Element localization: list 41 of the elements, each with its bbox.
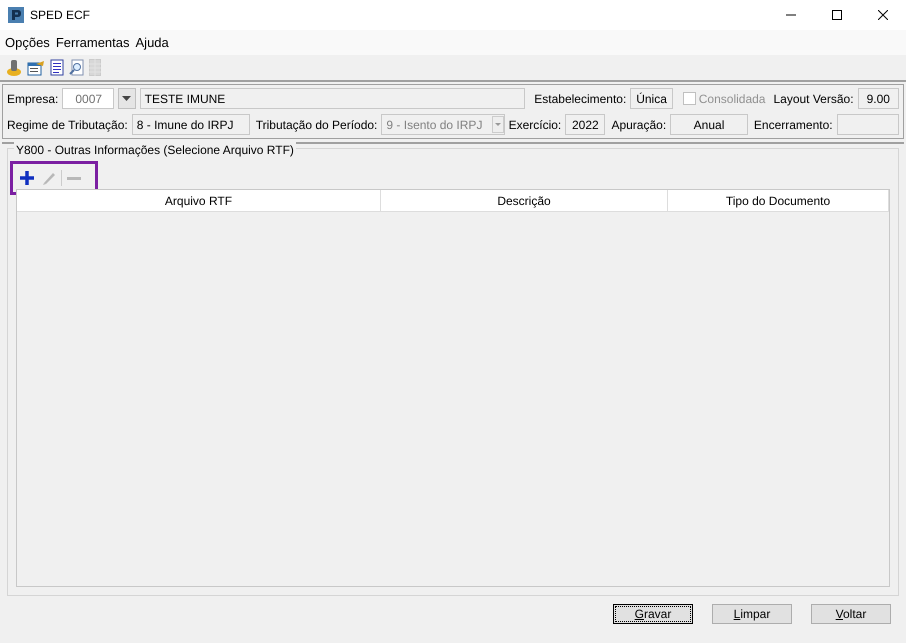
document-icon[interactable] <box>50 59 64 76</box>
field-label: Tributação do Período: <box>256 118 378 132</box>
magnifier-document-icon[interactable] <box>69 59 84 76</box>
app-logo-icon <box>8 7 24 23</box>
field-value: Anual <box>670 114 748 135</box>
form-icon[interactable] <box>27 60 45 76</box>
action-button[interactable]: Voltar <box>811 604 891 624</box>
window-title: SPED ECF <box>30 7 90 24</box>
caret-icon <box>492 116 504 133</box>
action-button[interactable]: Limpar <box>712 604 792 624</box>
field-label: Empresa: <box>7 90 58 108</box>
menu-item[interactable]: Ferramentas <box>52 32 133 52</box>
field-label: Layout Versão: <box>773 92 854 106</box>
field-label: Exercício: <box>508 116 562 134</box>
field-label: Encerramento: <box>754 118 833 132</box>
pencil-icon <box>41 170 57 186</box>
company-name-field: TESTE IMUNE <box>140 88 526 109</box>
column-header[interactable]: Arquivo RTF <box>17 190 381 211</box>
plus-icon <box>19 170 35 186</box>
field-label: Estabelecimento: <box>534 92 626 106</box>
menu-item[interactable]: Opções <box>2 32 53 52</box>
close-icon <box>878 10 888 20</box>
field-value: 8 - Imune do IRPJ <box>132 114 250 135</box>
closing-field[interactable] <box>836 114 899 135</box>
caret-icon <box>122 96 132 101</box>
column-header[interactable]: Tipo do Documento <box>668 190 889 211</box>
dropdown-button[interactable] <box>118 88 136 109</box>
plug-icon[interactable] <box>6 58 22 76</box>
minus-icon <box>66 176 82 180</box>
field-label: Apuração: <box>611 118 666 132</box>
field-value: 9.00 <box>858 88 899 109</box>
action-button[interactable]: Gravar <box>613 604 693 624</box>
field-value: 2022 <box>565 114 606 135</box>
column-header[interactable]: Descrição <box>381 190 668 211</box>
group-title: Y800 - Outras Informações (Selecione Arquivo RTF) <box>14 141 296 159</box>
field-value: Única <box>630 88 673 109</box>
menu-item[interactable]: Ajuda <box>132 32 172 52</box>
company-code-field[interactable]: 0007 <box>62 88 114 109</box>
field-label: Regime de Tributação: <box>7 116 128 134</box>
maximize-icon <box>832 10 842 20</box>
add-button[interactable] <box>17 168 37 188</box>
